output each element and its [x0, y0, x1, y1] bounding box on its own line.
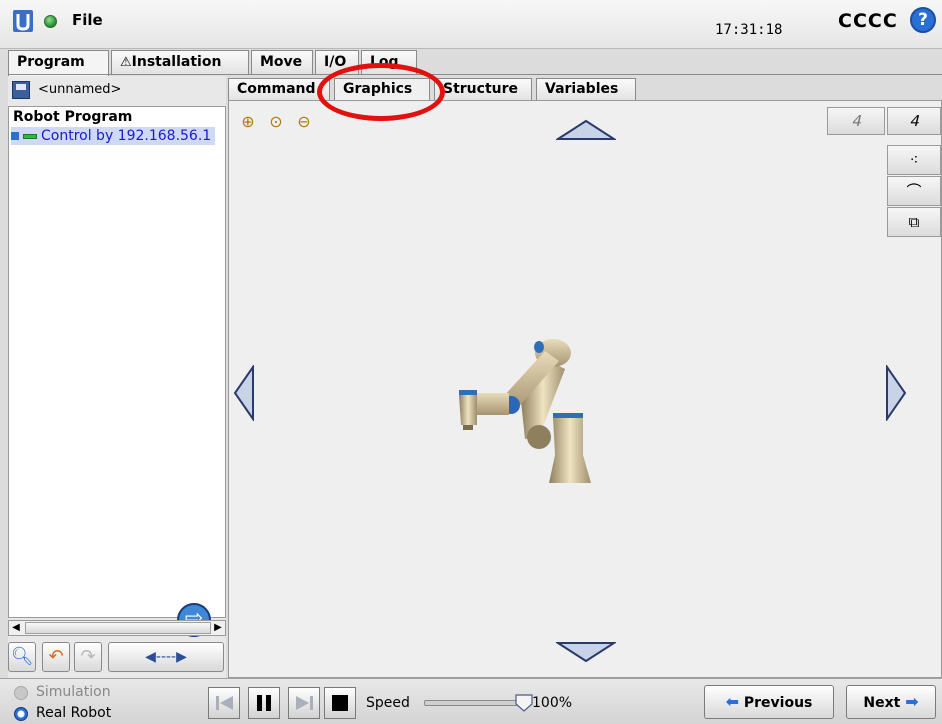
- redo-button[interactable]: ↷: [74, 642, 102, 672]
- move-arrows-icon: ◀‑‑‑‑▶: [145, 649, 187, 665]
- tab-program[interactable]: Program: [8, 50, 109, 76]
- tab-move[interactable]: Move: [251, 50, 313, 74]
- real-robot-radio[interactable]: [14, 707, 28, 721]
- zoom-fit-icon[interactable]: ⊙: [265, 111, 287, 133]
- robot-arm-model: [459, 339, 591, 483]
- tab-installation-label: Installation: [131, 54, 222, 70]
- bottom-bar: Simulation Real Robot Speed 100% ⬅ Previ…: [0, 678, 942, 724]
- help-button[interactable]: ?: [910, 7, 936, 33]
- tab-command-label: Command: [237, 81, 316, 97]
- simulation-label: Simulation: [36, 684, 111, 700]
- tab-move-label: Move: [260, 54, 303, 70]
- move-node-button[interactable]: ◀‑‑‑‑▶: [108, 642, 224, 672]
- zoom-in-icon[interactable]: ⊕: [237, 111, 259, 133]
- node-status-icon: [23, 134, 37, 139]
- program-name: <unnamed>: [38, 82, 122, 97]
- rotate-right-icon[interactable]: [885, 365, 907, 421]
- program-tree[interactable]: Robot Program Control by 192.168.56.1 ⇨: [8, 106, 226, 637]
- search-button[interactable]: 🔍︎: [8, 642, 36, 672]
- cube-icon: ⧉: [908, 213, 920, 231]
- previous-label: Previous: [743, 695, 813, 711]
- tab-program-label: Program: [17, 54, 85, 70]
- real-robot-label: Real Robot: [36, 705, 112, 721]
- next-button[interactable]: Next ➡: [846, 685, 936, 719]
- speed-value: 100%: [532, 695, 573, 711]
- 3d-viewport[interactable]: ⊕ ⊙ ⊖ 𝟦 𝟦 ⁖ ⌒ ⧉: [228, 100, 942, 678]
- step-icon: [296, 696, 313, 710]
- skip-start-icon: [216, 696, 233, 710]
- pause-icon: [257, 695, 271, 711]
- view-angle-active-icon: 𝟦: [909, 112, 919, 130]
- scrollbar-thumb[interactable]: [25, 622, 211, 634]
- program-header: <unnamed>: [8, 76, 226, 104]
- rewind-button[interactable]: [208, 687, 240, 719]
- scroll-left-icon[interactable]: ◀: [9, 621, 23, 635]
- tab-structure[interactable]: Structure: [434, 78, 532, 100]
- show-safety-planes-button[interactable]: ⧉: [887, 207, 941, 237]
- arrow-right-icon: ➡: [905, 692, 919, 711]
- arrow-left-icon: ⬅: [725, 692, 739, 711]
- waypoints-icon: ⁖: [909, 151, 919, 169]
- previous-button[interactable]: ⬅ Previous: [704, 685, 834, 719]
- tab-command[interactable]: Command: [228, 78, 330, 100]
- program-tree-panel: <unnamed> Robot Program Control by 192.1…: [8, 76, 226, 678]
- zoom-out-icon[interactable]: ⊖: [293, 111, 315, 133]
- show-path-button[interactable]: ⌒: [887, 176, 941, 206]
- simulation-radio[interactable]: [14, 686, 28, 700]
- step-button[interactable]: [288, 687, 320, 719]
- stop-icon: [332, 695, 348, 711]
- view-side-button[interactable]: 𝟦: [827, 107, 885, 135]
- save-icon[interactable]: [12, 81, 30, 99]
- undo-button[interactable]: ↶: [42, 642, 70, 672]
- path-icon: ⌒: [906, 182, 922, 200]
- graphics-panel: Command Graphics Structure Variables ⊕ ⊙…: [228, 78, 942, 678]
- pause-button[interactable]: [248, 687, 280, 719]
- node-arrow-icon: [11, 132, 19, 140]
- clock: 17:31:18: [715, 22, 783, 38]
- file-menu[interactable]: File: [72, 11, 103, 29]
- tree-toolbar: 🔍︎ ↶ ↷ ◀‑‑‑‑▶: [8, 642, 226, 676]
- speed-slider-thumb[interactable]: [515, 694, 533, 712]
- universal-robots-logo: [13, 10, 33, 32]
- search-icon: 🔍︎: [10, 646, 34, 667]
- tree-root[interactable]: Robot Program: [13, 109, 132, 125]
- undo-icon: ↶: [48, 646, 64, 667]
- redo-icon: ↷: [80, 646, 96, 667]
- tab-structure-label: Structure: [443, 81, 519, 97]
- tree-item-control[interactable]: Control by 192.168.56.1: [11, 127, 216, 145]
- scroll-right-icon[interactable]: ▶: [211, 621, 225, 635]
- top-bar: File 17:31:18 CCCC ?: [0, 0, 942, 49]
- highlight-ring: [317, 63, 445, 121]
- warning-icon: ⚠: [120, 55, 132, 70]
- view-angle-icon: 𝟦: [851, 112, 861, 130]
- robot-status-icon[interactable]: [44, 15, 57, 28]
- stop-button[interactable]: [324, 687, 356, 719]
- rotate-down-icon[interactable]: [556, 641, 616, 663]
- tab-variables[interactable]: Variables: [536, 78, 636, 100]
- next-label: Next: [863, 695, 901, 711]
- robot-name: CCCC: [838, 10, 898, 32]
- rotate-up-icon[interactable]: [556, 119, 616, 141]
- tree-horizontal-scrollbar[interactable]: ◀ ▶: [8, 620, 226, 636]
- speed-label: Speed: [366, 695, 410, 711]
- show-waypoints-button[interactable]: ⁖: [887, 145, 941, 175]
- rotate-left-icon[interactable]: [233, 365, 255, 421]
- tab-installation[interactable]: ⚠Installation: [111, 50, 249, 74]
- tab-variables-label: Variables: [545, 81, 619, 97]
- view-top-button[interactable]: 𝟦: [887, 107, 941, 135]
- tree-item-label: Control by 192.168.56.1: [41, 128, 212, 144]
